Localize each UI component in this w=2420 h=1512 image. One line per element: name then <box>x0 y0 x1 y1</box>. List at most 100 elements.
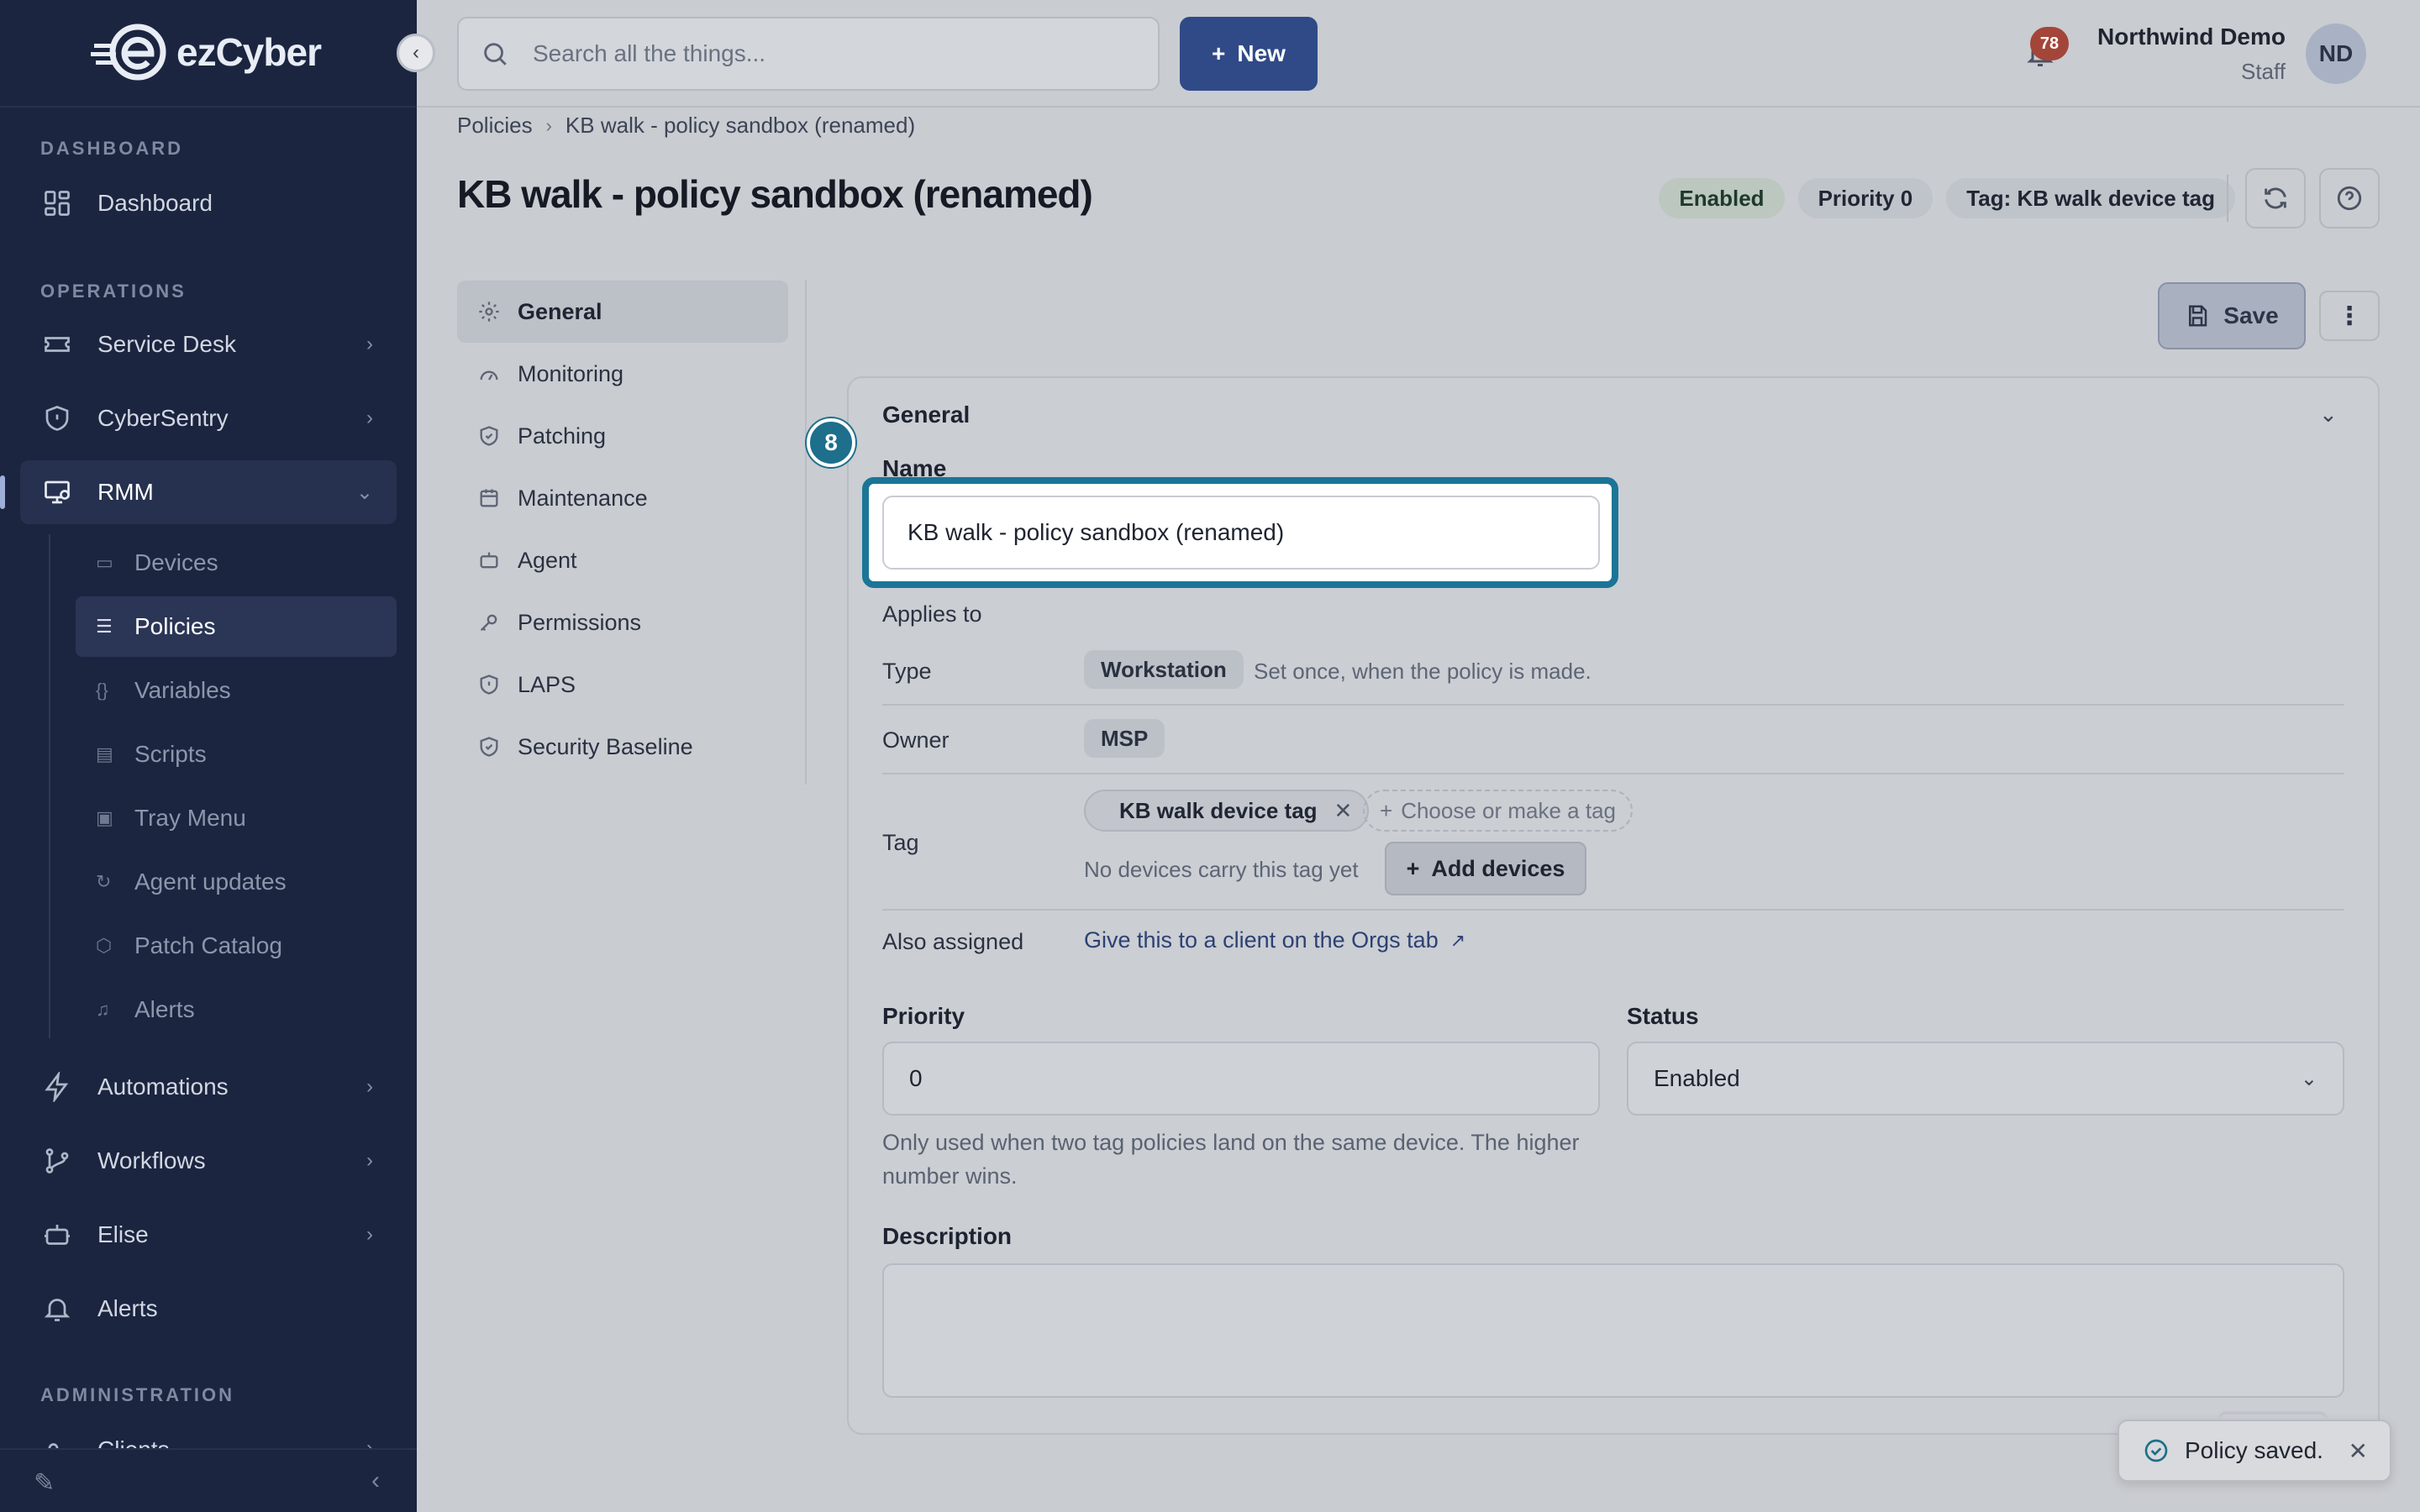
tab-maintenance[interactable]: Maintenance <box>457 467 788 529</box>
sidebar-item-automations[interactable]: Automations › <box>20 1055 397 1119</box>
header-chips: Enabled Priority 0 Tag: KB walk device t… <box>1659 178 2235 218</box>
help-button[interactable] <box>2319 168 2380 228</box>
sidebar: ezCyber DASHBOARD Dashboard OPERATIONS S… <box>0 0 417 1512</box>
add-devices-button[interactable]: + Add devices <box>1385 842 1586 895</box>
monitor-icon <box>40 475 74 509</box>
tab-permissions[interactable]: Permissions <box>457 591 788 654</box>
chevron-down-icon: ⌄ <box>355 480 373 504</box>
toast-notification: Policy saved. ✕ <box>2118 1420 2391 1482</box>
robot-icon <box>40 1218 74 1252</box>
type-note: Set once, when the policy is made. <box>1254 659 1591 684</box>
plus-icon: + <box>1380 797 1393 823</box>
sidebar-item-elise[interactable]: Elise › <box>20 1203 397 1267</box>
refresh-icon: ↻ <box>96 871 112 892</box>
lightning-icon <box>40 1070 74 1104</box>
sidebar-sub-item-label: Variables <box>134 677 231 703</box>
more-options-button[interactable]: ⋮ <box>2319 291 2380 341</box>
sidebar-item-workflows[interactable]: Workflows › <box>20 1129 397 1193</box>
plus-icon: + <box>1406 855 1420 881</box>
sidebar-sub-item-agent-updates[interactable]: ↻ Agent updates <box>76 852 397 912</box>
sidebar-collapse-button[interactable]: ‹ <box>397 34 435 72</box>
close-icon[interactable]: ✕ <box>2349 1437 2368 1465</box>
priority-input[interactable]: 0 <box>882 1042 1600 1116</box>
description-label: Description <box>882 1223 1013 1249</box>
panel-title: General <box>882 402 971 428</box>
sidebar-sub-item-patch-catalog[interactable]: ⬡ Patch Catalog <box>76 916 397 976</box>
tab-label: General <box>518 298 602 324</box>
save-button[interactable]: Save <box>2158 282 2306 349</box>
sidebar-sub-item-tray-menu[interactable]: ▣ Tray Menu <box>76 788 397 848</box>
owner-label: Owner <box>882 727 950 753</box>
notification-count-badge: 78 <box>2030 27 2069 60</box>
tab-patching[interactable]: Patching <box>457 405 788 467</box>
grid-icon <box>40 186 74 220</box>
checklist-icon: ☰ <box>96 616 113 637</box>
tab-agent[interactable]: Agent <box>457 529 788 591</box>
avatar[interactable]: ND <box>2306 24 2366 84</box>
sidebar-item-label: Automations <box>97 1074 229 1100</box>
applies-to-label: Applies to <box>882 601 982 627</box>
logo-mark-icon <box>91 22 170 82</box>
breadcrumb-parent-link[interactable]: Policies <box>457 113 533 139</box>
sidebar-sub-item-label: Policies <box>134 613 216 639</box>
tag-add-placeholder: Choose or make a tag <box>1401 797 1616 823</box>
new-button[interactable]: + New <box>1180 17 1318 91</box>
tab-general[interactable]: General <box>457 281 788 343</box>
app-logo[interactable]: ezCyber <box>91 22 322 82</box>
type-value-badge: Workstation <box>1084 650 1244 689</box>
gear-icon <box>477 300 504 323</box>
sidebar-sub-item-label: Patch Catalog <box>134 932 282 958</box>
gauge-icon <box>477 362 504 386</box>
chevron-down-icon[interactable]: ⌄ <box>2319 402 2338 428</box>
tab-monitoring[interactable]: Monitoring <box>457 343 788 405</box>
row-divider <box>882 773 2344 774</box>
status-select[interactable]: Enabled ⌄ <box>1627 1042 2344 1116</box>
sidebar-item-label: Dashboard <box>97 190 213 216</box>
sidebar-sub-item-label: Devices <box>134 549 218 575</box>
orgs-tab-link[interactable]: Give this to a client on the Orgs tab ↗ <box>1084 927 1465 953</box>
pencil-icon[interactable]: ✎ <box>34 1468 55 1498</box>
chevron-right-icon: › <box>366 333 373 355</box>
tag-badge: Tag: KB walk device tag <box>1946 178 2235 218</box>
sidebar-sub-item-alerts[interactable]: ♫ Alerts <box>76 979 397 1040</box>
collapse-left-icon[interactable]: ‹ <box>371 1467 380 1495</box>
tab-security-baseline[interactable]: Security Baseline <box>457 716 788 778</box>
remove-tag-icon[interactable]: ✕ <box>1334 798 1353 824</box>
kebab-menu-icon: ⋮ <box>2337 302 2362 330</box>
description-textarea[interactable] <box>882 1263 2344 1398</box>
sidebar-item-cybersentry[interactable]: CyberSentry › <box>20 386 397 450</box>
chevron-right-icon: › <box>545 114 552 136</box>
refresh-icon <box>2265 187 2286 209</box>
sidebar-item-rmm[interactable]: RMM ⌄ <box>0 460 397 524</box>
new-button-label: New <box>1237 40 1286 66</box>
tag-add-input[interactable]: + Choose or make a tag <box>1363 790 1633 832</box>
plus-icon: + <box>1212 40 1226 66</box>
row-divider <box>882 704 2344 706</box>
search-icon <box>484 43 507 66</box>
name-input[interactable] <box>882 496 1600 570</box>
sidebar-item-alerts[interactable]: Alerts <box>20 1277 397 1341</box>
global-search[interactable] <box>457 17 1160 91</box>
search-input[interactable] <box>533 40 1121 67</box>
row-divider <box>882 909 2344 911</box>
sidebar-sub-item-scripts[interactable]: ▤ Scripts <box>76 724 397 785</box>
status-badge: Enabled <box>1659 178 1785 218</box>
chevron-left-icon: ‹ <box>413 41 419 64</box>
shield-icon <box>40 402 74 435</box>
policy-tabs: General Monitoring Patching Maintenance … <box>457 281 788 778</box>
sidebar-item-label: RMM <box>97 479 154 505</box>
save-button-label: Save <box>2223 302 2279 328</box>
owner-value-badge: MSP <box>1084 719 1165 758</box>
refresh-button[interactable] <box>2245 168 2306 228</box>
also-assigned-label: Also assigned <box>882 929 1024 954</box>
sidebar-sub-item-variables[interactable]: {} Variables <box>76 660 397 721</box>
tab-laps[interactable]: LAPS <box>457 654 788 716</box>
sidebar-item-service-desk[interactable]: Service Desk › <box>20 312 397 376</box>
orgs-tab-link-label: Give this to a client on the Orgs tab <box>1084 927 1439 953</box>
tab-label: LAPS <box>518 671 576 697</box>
sidebar-item-label: Elise <box>97 1221 149 1247</box>
sidebar-sub-item-policies[interactable]: ☰ Policies <box>76 596 397 657</box>
sidebar-sub-item-devices[interactable]: ▭ Devices <box>76 533 397 593</box>
sidebar-item-dashboard[interactable]: Dashboard <box>20 171 397 235</box>
sidebar-item-label: Service Desk <box>97 331 236 357</box>
